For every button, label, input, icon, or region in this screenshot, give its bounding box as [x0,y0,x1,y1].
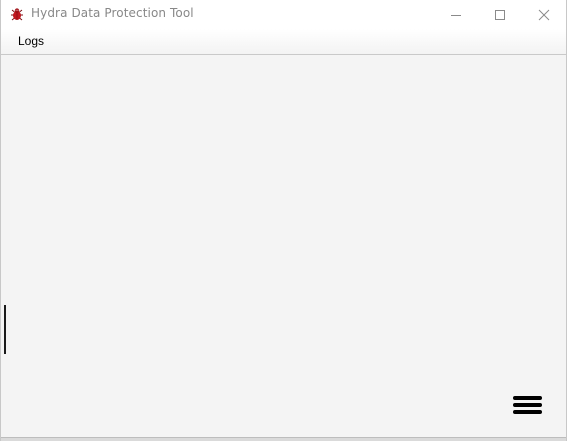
close-icon [538,9,550,20]
minimize-button[interactable] [433,0,479,29]
left-edge-marker [4,305,6,354]
menu-logs[interactable]: Logs [11,31,51,51]
hamburger-menu-button[interactable] [512,395,544,419]
hamburger-icon [513,396,542,414]
maximize-button[interactable] [477,0,523,29]
hydra-bug-icon [11,8,23,21]
close-button[interactable] [521,0,567,29]
main-content-panel [1,55,566,437]
maximize-icon [495,9,505,20]
title-bar[interactable]: Hydra Data Protection Tool [1,0,566,29]
menu-bar: Logs [1,29,566,55]
app-window: Hydra Data Protection Tool Logs [0,0,567,441]
minimize-icon [451,14,461,16]
window-bottom-border [1,437,566,441]
window-title: Hydra Data Protection Tool [31,6,194,20]
